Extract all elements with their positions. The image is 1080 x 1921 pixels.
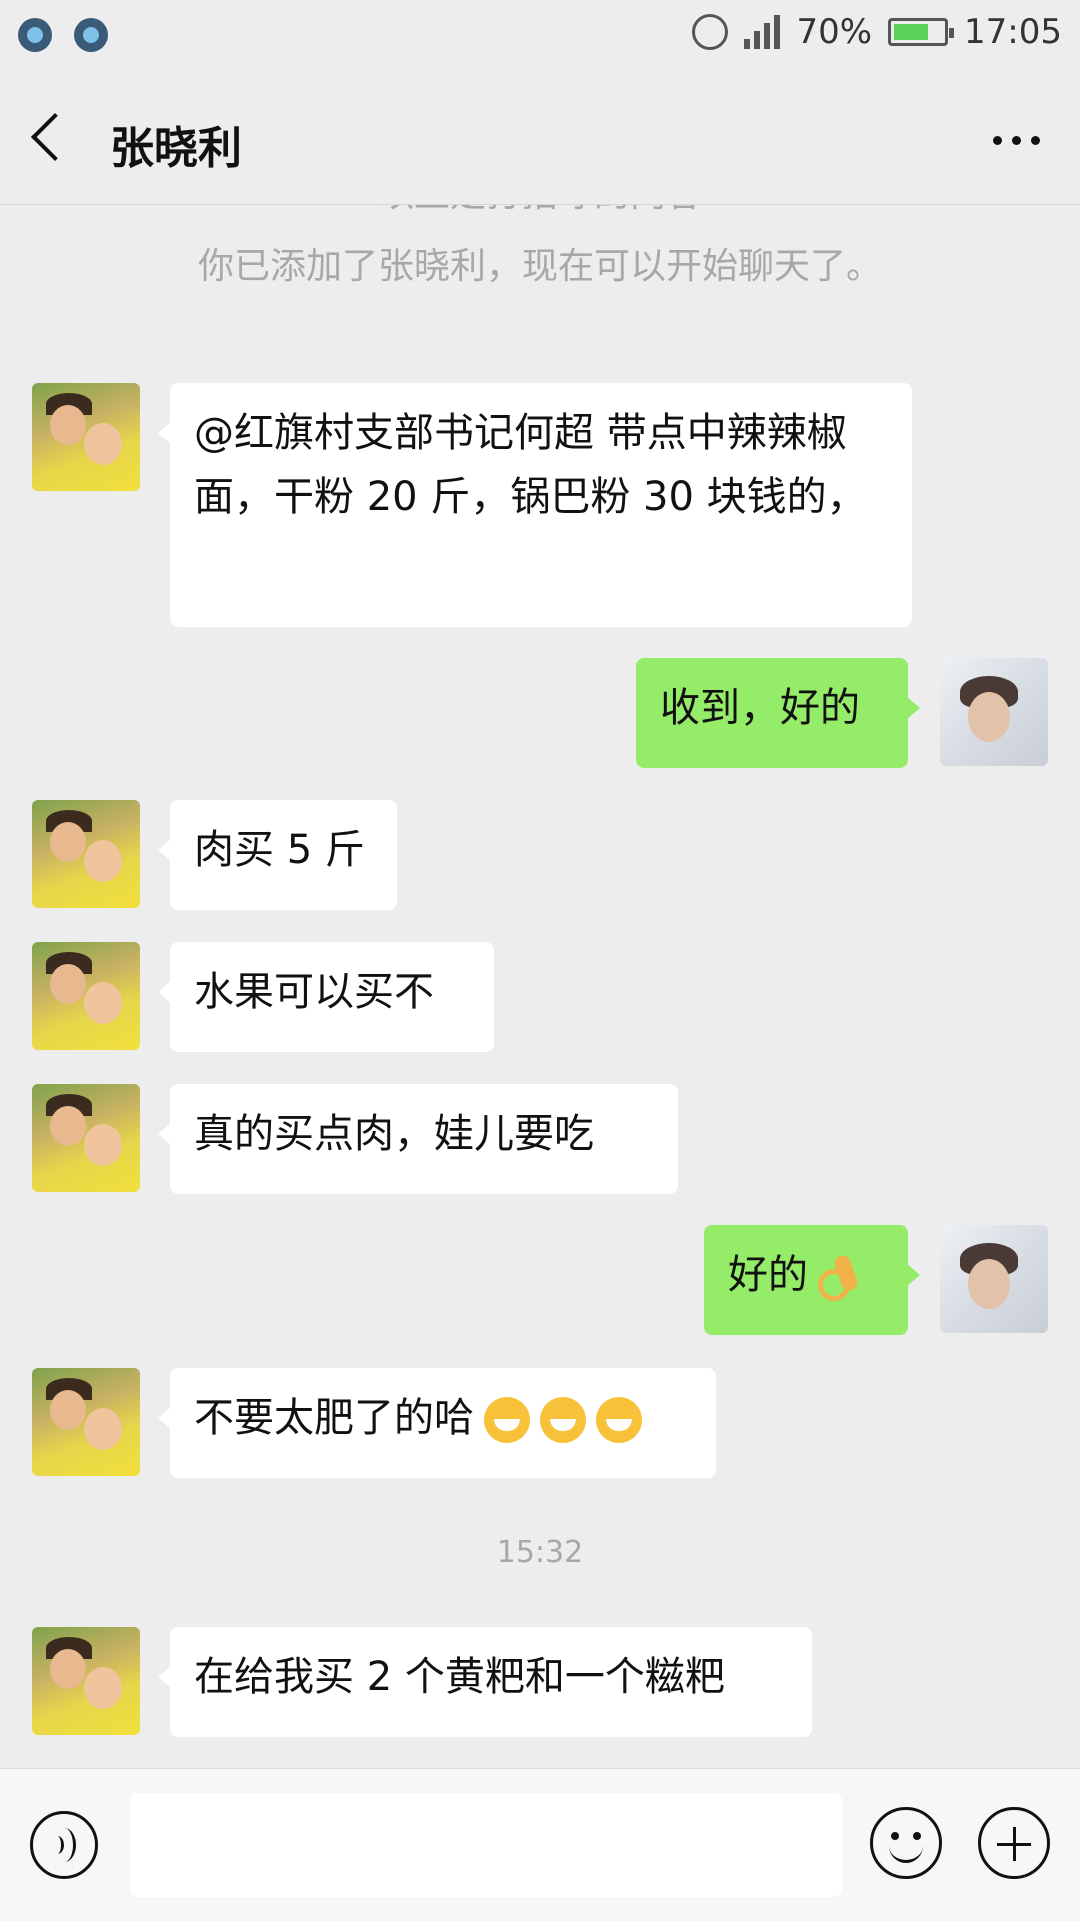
ok-hand-emoji-icon — [812, 1253, 860, 1301]
message-text: 好的 — [728, 1252, 808, 1298]
grin-emoji-icon — [540, 1397, 586, 1443]
message-bubble[interactable]: 在给我买 2 个黄粑和一个糍粑 — [158, 1627, 812, 1737]
back-icon[interactable] — [30, 112, 80, 162]
more-icon[interactable] — [993, 136, 1040, 145]
message-text: 不要太肥了的哈 — [194, 1395, 474, 1441]
timestamp: 15:32 — [496, 1535, 584, 1570]
chat-title: 张晓利 — [110, 123, 242, 174]
battery-icon — [888, 18, 955, 46]
signal-icon — [744, 15, 781, 49]
system-note: 以上是打招呼的内容 — [0, 205, 1080, 217]
grin-emoji-icon — [484, 1397, 530, 1443]
contact-avatar[interactable] — [32, 383, 140, 491]
message-bubble[interactable]: 水果可以买不 — [158, 942, 494, 1052]
battery-percent: 70% — [796, 12, 873, 52]
self-avatar[interactable] — [940, 1225, 1048, 1333]
contact-avatar[interactable] — [32, 942, 140, 1050]
message-bubble[interactable]: 肉买 5 斤 — [158, 800, 397, 910]
contact-avatar[interactable] — [32, 1627, 140, 1735]
alarm-icon — [692, 14, 729, 50]
message-input[interactable] — [130, 1793, 842, 1897]
self-avatar[interactable] — [940, 658, 1048, 766]
status-time: 17:05 — [964, 12, 1062, 52]
contact-avatar[interactable] — [32, 800, 140, 908]
message-bubble[interactable]: 真的买点肉，娃儿要吃 — [158, 1084, 678, 1194]
contact-avatar[interactable] — [32, 1368, 140, 1476]
notification-app-icon — [74, 18, 108, 52]
grin-emoji-icon — [596, 1397, 642, 1443]
contact-avatar[interactable] — [32, 1084, 140, 1192]
chat-header: 张晓利 — [0, 78, 1080, 205]
message-list[interactable]: 以上是打招呼的内容 你已添加了张晓利，现在可以开始聊天了。 @红旗村支部书记何超… — [0, 205, 1080, 1768]
system-note: 你已添加了张晓利，现在可以开始聊天了。 — [197, 246, 882, 287]
message-bubble[interactable]: 好的 — [704, 1225, 920, 1335]
emoji-icon[interactable] — [870, 1807, 942, 1879]
plus-icon[interactable] — [978, 1807, 1050, 1879]
status-bar: 70% 17:05 — [0, 0, 1080, 78]
notification-app-icon — [18, 18, 52, 52]
input-bar — [0, 1768, 1080, 1921]
message-bubble[interactable]: 不要太肥了的哈 — [158, 1368, 716, 1478]
message-bubble[interactable]: 收到，好的 — [636, 658, 920, 768]
message-bubble[interactable]: @红旗村支部书记何超 带点中辣辣椒面，干粉 20 斤，锅巴粉 30 块钱的， — [158, 383, 912, 627]
voice-icon[interactable] — [30, 1811, 98, 1879]
